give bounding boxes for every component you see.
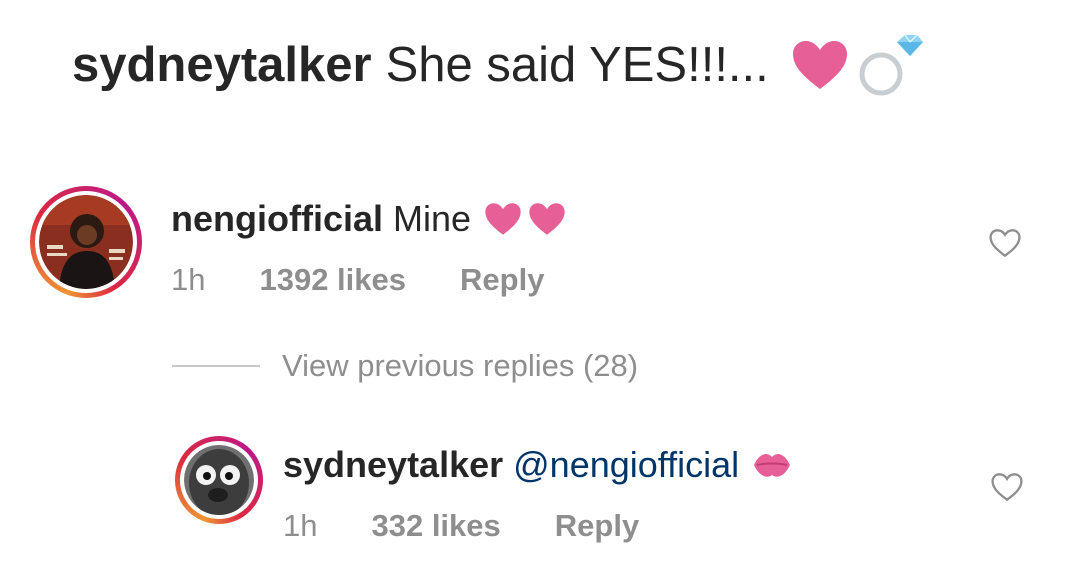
- view-previous-replies-label: View previous replies (28): [282, 348, 639, 383]
- heart-icon: [483, 202, 523, 236]
- like-heart-outline-icon[interactable]: [990, 472, 1024, 507]
- reply-username[interactable]: sydneytalker: [283, 444, 503, 486]
- like-heart-outline-icon[interactable]: [988, 228, 1022, 263]
- kiss-mark-icon: [751, 448, 793, 482]
- comment-text: Mine: [393, 198, 472, 239]
- reply-button[interactable]: Reply: [460, 262, 544, 298]
- comment-username[interactable]: nengiofficial: [171, 198, 383, 240]
- reply-likes-count[interactable]: 332 likes: [371, 508, 500, 544]
- reply-button[interactable]: Reply: [555, 508, 639, 544]
- heart-icon: [527, 202, 567, 236]
- caption-text: She said YES!!!...: [385, 38, 769, 92]
- ring-icon: [855, 32, 925, 98]
- avatar: [184, 445, 254, 515]
- mention-link[interactable]: @nengiofficial: [513, 444, 739, 486]
- reply-timestamp: 1h: [283, 508, 318, 543]
- heart-icon: [791, 39, 849, 91]
- avatar-ring[interactable]: [30, 186, 142, 303]
- comment-likes-count[interactable]: 1392 likes: [259, 262, 406, 298]
- view-previous-replies[interactable]: View previous replies (28): [172, 348, 638, 384]
- avatar: [39, 195, 133, 289]
- post-caption: sydneytalker She said YES!!!...: [72, 30, 925, 100]
- comment-timestamp: 1h: [171, 262, 206, 297]
- divider-line: [172, 365, 260, 367]
- avatar-ring[interactable]: [175, 436, 263, 529]
- caption-username[interactable]: sydneytalker: [72, 37, 372, 93]
